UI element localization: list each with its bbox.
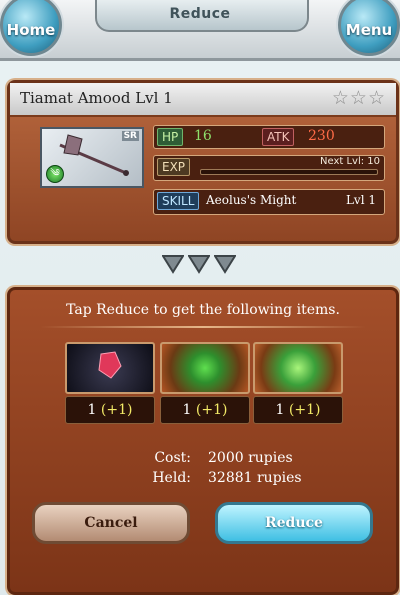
hp-label: HP bbox=[157, 128, 184, 146]
reward-bonus: (+1) bbox=[288, 402, 321, 418]
held-value: 32881 rupies bbox=[208, 470, 302, 486]
reward-count: 1 (+1) bbox=[160, 396, 250, 424]
green-whorl-icon bbox=[253, 342, 343, 394]
rarity-badge: SR bbox=[121, 131, 139, 141]
uncap-stars-icon: ☆☆☆ bbox=[331, 87, 386, 109]
exp-label: EXP bbox=[157, 158, 191, 176]
down-arrows bbox=[162, 254, 240, 276]
red-crystal-icon bbox=[65, 342, 155, 394]
weapon-card-header: Tiamat Amood Lvl 1 ☆☆☆ bbox=[10, 83, 396, 117]
wind-element-icon: ༄ bbox=[46, 165, 64, 183]
home-button[interactable]: Home bbox=[0, 0, 62, 56]
skill-label: SKILL bbox=[157, 192, 200, 210]
skill-level: Lvl 1 bbox=[345, 193, 376, 207]
cost-value: 2000 rupies bbox=[208, 450, 293, 466]
weapon-thumbnail[interactable]: SR ༄ bbox=[40, 127, 144, 188]
menu-button-label[interactable]: Menu bbox=[346, 21, 392, 39]
reward-count: 1 (+1) bbox=[253, 396, 343, 424]
cancel-button[interactable]: Cancel bbox=[32, 502, 190, 544]
held-label: Held: bbox=[152, 470, 191, 486]
reward-item[interactable]: 1 (+1) bbox=[253, 342, 343, 424]
reward-bonus: (+1) bbox=[195, 402, 228, 418]
skill-row[interactable]: SKILL Aeolus's Might Lvl 1 bbox=[153, 189, 385, 215]
stats-row: HP 16 ATK 230 bbox=[153, 125, 385, 149]
reduce-message: Tap Reduce to get the following items. bbox=[66, 302, 340, 318]
hp-value: 16 bbox=[194, 128, 212, 144]
atk-label: ATK bbox=[262, 128, 295, 146]
skill-name: Aeolus's Might bbox=[206, 193, 297, 207]
weapon-name: Tiamat Amood Lvl 1 bbox=[20, 89, 173, 107]
menu-button[interactable]: Menu bbox=[338, 0, 400, 56]
down-arrow-icon bbox=[188, 255, 210, 274]
cost-info: Cost: 2000 rupies Held: 32881 rupies bbox=[10, 450, 396, 490]
next-level-text: Next Lvl: 10 bbox=[319, 156, 380, 167]
reward-item[interactable]: 1 (+1) bbox=[160, 342, 250, 424]
top-bar: Reduce Home Menu bbox=[0, 0, 400, 61]
reward-bonus: (+1) bbox=[100, 402, 133, 418]
reward-count: 1 (+1) bbox=[65, 396, 155, 424]
weapon-card: Tiamat Amood Lvl 1 ☆☆☆ SR ༄ HP 16 ATK 23… bbox=[7, 80, 399, 244]
home-button-label[interactable]: Home bbox=[7, 21, 56, 39]
down-arrow-icon bbox=[162, 255, 184, 274]
exp-progress-bar bbox=[200, 169, 378, 175]
reduce-button[interactable]: Reduce bbox=[215, 502, 373, 544]
reduce-panel: Tap Reduce to get the following items. 1… bbox=[7, 287, 399, 595]
cost-label: Cost: bbox=[154, 450, 191, 466]
exp-row: EXP Next Lvl: 10 bbox=[153, 155, 385, 181]
green-orb-icon bbox=[160, 342, 250, 394]
atk-value: 230 bbox=[308, 128, 335, 144]
down-arrow-icon bbox=[214, 255, 236, 274]
divider bbox=[40, 326, 366, 328]
reward-item[interactable]: 1 (+1) bbox=[65, 342, 155, 424]
